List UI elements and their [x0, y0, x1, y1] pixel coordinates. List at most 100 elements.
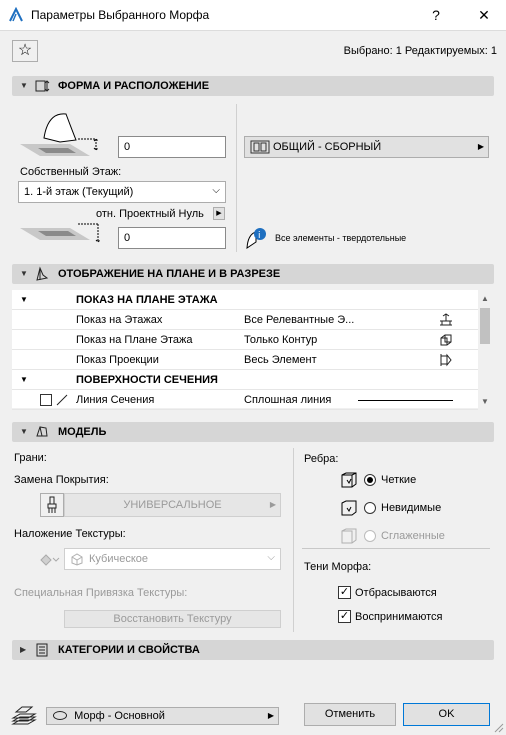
line-type-swatch	[40, 394, 52, 406]
categories-icon	[36, 643, 48, 657]
svg-text:i: i	[258, 231, 261, 241]
tree-row-show-on-stories[interactable]: Показ на Этажах Все Релевантные Э...	[12, 310, 478, 330]
tree-group-label: ПОКАЗ НА ПЛАНЕ ЭТАЖА	[76, 294, 218, 306]
top-offset-input[interactable]: 0	[118, 136, 226, 158]
collapse-arrow-icon: ▼	[20, 269, 28, 278]
sharp-edges-icon	[341, 472, 357, 488]
tree-row-label: Показ Проекции	[76, 354, 159, 366]
floor-plan-section-icon	[36, 266, 49, 281]
collapse-arrow-icon: ▼	[20, 295, 28, 304]
solid-element-icon: i	[246, 228, 266, 249]
tree-row-label: Показ на Этажах	[76, 314, 163, 326]
arrow-right-icon: ▶	[269, 500, 276, 509]
title-bar: Параметры Выбранного Морфа ? ✕	[0, 0, 506, 31]
ok-button[interactable]: OK	[403, 703, 490, 726]
vertical-divider	[293, 448, 294, 632]
hidden-edges-icon	[341, 500, 357, 516]
edges-hidden-radio[interactable]	[364, 502, 376, 514]
model-icon	[36, 426, 48, 437]
section-plan-header[interactable]: ▼ ОТОБРАЖЕНИЕ НА ПЛАНЕ И В РАЗРЕЗЕ	[12, 264, 494, 284]
tree-scrollbar[interactable]: ▲ ▼	[478, 290, 492, 408]
home-story-value: 1. 1-й этаж (Текущий)	[24, 186, 134, 198]
smooth-edges-icon	[341, 528, 357, 544]
section-categories-header[interactable]: ▶ КАТЕГОРИИ И СВОЙСТВА	[12, 640, 494, 660]
divider	[302, 548, 490, 549]
pen-line-icon	[56, 394, 68, 406]
relative-to-menu-button[interactable]: ▶	[213, 207, 225, 220]
cast-shadows-checkbox[interactable]: ✓	[338, 586, 351, 599]
arrow-right-icon: ▶	[216, 210, 222, 217]
tree-row-value: Все Релевантные Э...	[244, 314, 355, 326]
shadow-option-label: Отбрасываются	[355, 587, 437, 599]
override-surface-label: Замена Покрытия:	[14, 474, 109, 486]
projection-icon	[440, 353, 452, 367]
scroll-down-icon[interactable]: ▼	[481, 397, 489, 406]
edges-smooth-radio[interactable]	[364, 530, 376, 542]
section-shape-header[interactable]: ▼ ФОРМА И РАСПОЛОЖЕНИЕ	[12, 76, 494, 96]
tree-row-value: Только Контур	[244, 334, 318, 346]
home-story-select[interactable]: 1. 1-й этаж (Текущий) ⌵	[18, 181, 226, 203]
scroll-thumb[interactable]	[480, 308, 490, 344]
texture-mapping-icon	[40, 554, 60, 566]
window-title: Параметры Выбранного Морфа	[31, 8, 210, 22]
collapse-arrow-icon: ▼	[20, 375, 28, 384]
tree-row-label: Показ на Плане Этажа	[76, 334, 193, 346]
texture-mapping-select[interactable]: Кубическое ⌵	[64, 548, 281, 570]
texture-mapping-label: Наложение Текстуры:	[14, 528, 126, 540]
texture-mapping-value: Кубическое	[89, 553, 148, 565]
layer-select[interactable]: ОБЩИЙ - СБОРНЫЙ ▶	[244, 136, 489, 158]
tree-group-label: ПОВЕРХНОСТИ СЕЧЕНИЯ	[76, 374, 218, 386]
view-settings-select[interactable]: Морф - Основной ▶	[46, 707, 279, 725]
tree-row-cut-line[interactable]: Линия Сечения Сплошная линия	[12, 390, 478, 410]
bottom-offset-input[interactable]: 0	[118, 227, 226, 249]
shadows-label: Тени Морфа:	[304, 561, 372, 573]
shape-position-icon	[35, 80, 50, 92]
cancel-button[interactable]: Отменить	[304, 703, 396, 726]
override-surface-select[interactable]: УНИВЕРСАЛЬНОЕ ▶	[64, 493, 281, 517]
scroll-up-icon[interactable]: ▲	[481, 294, 489, 303]
tree-row-value: Весь Элемент	[244, 354, 317, 366]
section-model-header[interactable]: ▼ МОДЕЛЬ	[12, 422, 494, 442]
section-title: МОДЕЛЬ	[58, 426, 107, 438]
solid-line-preview	[358, 400, 453, 401]
paint-brush-icon	[47, 496, 57, 513]
override-surface-toggle[interactable]	[40, 493, 64, 517]
collapse-arrow-icon: ▼	[20, 427, 28, 436]
tree-row-label: Линия Сечения	[76, 394, 155, 406]
section-title: ФОРМА И РАСПОЛОЖЕНИЕ	[58, 80, 210, 92]
edges-sharp-radio[interactable]	[364, 474, 376, 486]
shadow-option-label: Воспринимаются	[355, 611, 443, 623]
archicad-logo-icon	[9, 7, 23, 22]
tree-group-cut-surfaces[interactable]: ▼ ПОВЕРХНОСТИ СЕЧЕНИЯ	[12, 370, 478, 390]
view-settings-value: Морф - Основной	[74, 710, 165, 722]
solid-info-label: Все элементы - твердотельные	[275, 233, 407, 243]
tree-group-floor-plan[interactable]: ▼ ПОКАЗ НА ПЛАНЕ ЭТАЖА	[12, 290, 478, 310]
vertical-divider	[236, 104, 237, 252]
favorites-button[interactable]: ☆	[12, 40, 38, 62]
star-icon: ☆	[17, 42, 33, 59]
collapse-arrow-icon: ▼	[20, 81, 28, 90]
cube-icon	[71, 553, 83, 566]
relative-to-label: отн. Проектный Нуль	[96, 208, 204, 220]
tree-row-show-projection[interactable]: Показ Проекции Весь Элемент	[12, 350, 478, 370]
faces-label: Грани:	[14, 452, 47, 464]
morph-bottom-offset-icon	[20, 223, 101, 243]
favorites-stack-icon	[11, 706, 37, 725]
receive-shadows-checkbox[interactable]: ✓	[338, 610, 351, 623]
plan-settings-tree[interactable]: ▼ ПОКАЗ НА ПЛАНЕ ЭТАЖА Показ на Этажах В…	[12, 290, 492, 410]
resize-grip-icon[interactable]	[494, 723, 504, 733]
close-button[interactable]: ✕	[462, 0, 506, 31]
chevron-down-icon: ⌵	[267, 552, 275, 563]
selection-info: Выбрано: 1 Редактируемых: 1	[343, 45, 497, 57]
edges-option-label: Сглаженные	[381, 530, 445, 542]
help-button[interactable]: ?	[414, 0, 458, 31]
layer-value: ОБЩИЙ - СБОРНЫЙ	[273, 141, 382, 153]
restore-texture-button[interactable]: Восстановить Текстуру	[64, 610, 281, 628]
section-title: ОТОБРАЖЕНИЕ НА ПЛАНЕ И В РАЗРЕЗЕ	[58, 268, 281, 280]
edges-option-label: Четкие	[381, 474, 417, 486]
tree-row-value: Сплошная линия	[244, 394, 332, 406]
arrow-right-icon: ▶	[267, 711, 274, 720]
chevron-down-icon: ⌵	[212, 185, 220, 196]
expand-arrow-icon: ▶	[20, 645, 27, 654]
tree-row-floor-plan-display[interactable]: Показ на Плане Этажа Только Контур	[12, 330, 478, 350]
